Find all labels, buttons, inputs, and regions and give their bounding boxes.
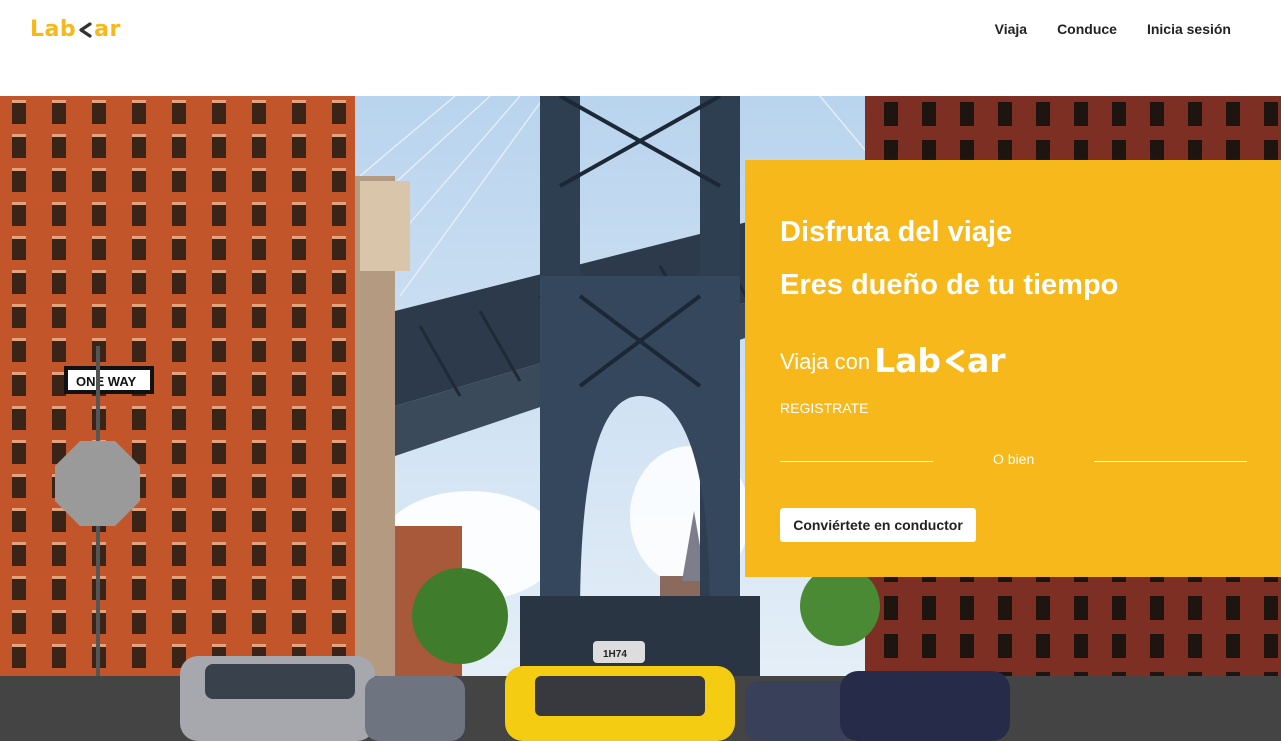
svg-text:1H74: 1H74 (603, 649, 627, 660)
become-driver-button[interactable]: Conviértete en conductor (780, 508, 976, 542)
or-text: O bien (993, 451, 1035, 467)
panel-logo-suffix: ar (967, 341, 1006, 380)
logo-prefix: Lab (30, 17, 77, 42)
divider-right (1094, 461, 1247, 462)
brand-logo[interactable]: Lab ar (30, 17, 121, 42)
hero-headline-1: Disfruta del viaje (780, 216, 1013, 248)
divider-left (780, 461, 933, 462)
nav-menu: Viaja Conduce Inicia sesión (995, 21, 1231, 37)
registrate-link[interactable]: REGISTRATE (780, 400, 868, 416)
panel-brand-logo: Lab ar (874, 341, 1005, 380)
nav-link-conduce[interactable]: Conduce (1057, 21, 1117, 37)
logo-suffix: ar (94, 17, 121, 42)
top-navbar: Lab ar Viaja Conduce Inicia sesión (0, 0, 1281, 96)
nav-link-login[interactable]: Inicia sesión (1147, 21, 1231, 37)
hero-signup-panel: Disfruta del viaje Eres dueño de tu tiem… (745, 160, 1281, 577)
logo-chevron-icon (79, 21, 92, 38)
panel-logo-chevron-icon (945, 349, 965, 372)
viaja-con-text: Viaja con (780, 349, 871, 374)
svg-text:ONE WAY: ONE WAY (76, 374, 137, 389)
nav-link-viaja[interactable]: Viaja (995, 21, 1027, 37)
panel-logo-prefix: Lab (874, 341, 942, 380)
hero-headline-2: Eres dueño de tu tiempo (780, 269, 1119, 301)
viaja-con-row: Viaja con Lab ar (780, 341, 1006, 380)
